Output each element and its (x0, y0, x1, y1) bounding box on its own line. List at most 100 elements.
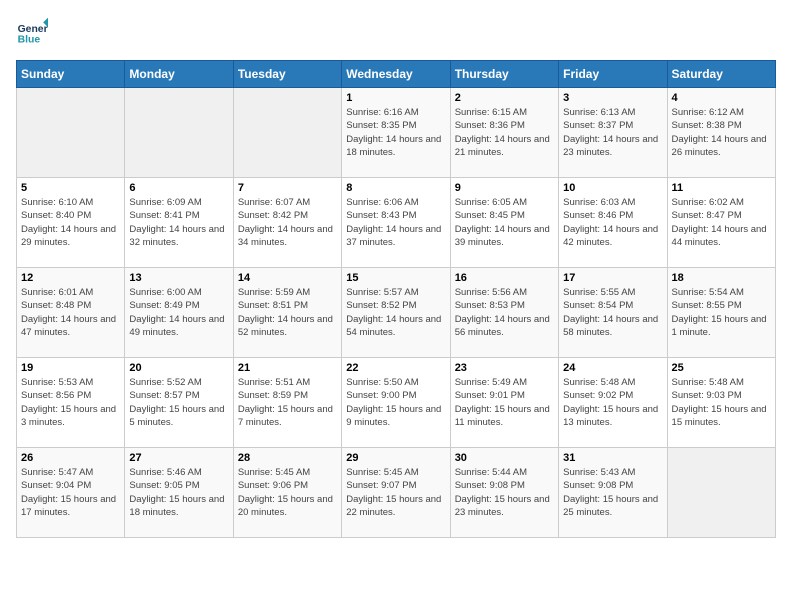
calendar-cell: 2 Sunrise: 6:15 AMSunset: 8:36 PMDaylight… (450, 88, 558, 178)
calendar-cell: 8Sunrise: 6:06 AMSunset: 8:43 PMDaylight… (342, 178, 450, 268)
day-info: Sunrise: 6:10 AMSunset: 8:40 PMDaylight:… (21, 196, 120, 249)
day-number: 19 (21, 362, 120, 374)
calendar-cell (17, 88, 125, 178)
calendar-cell: 30 Sunrise: 5:44 AMSunset: 9:08 PMDayligh… (450, 448, 558, 538)
day-info: Sunrise: 5:55 AMSunset: 8:54 PMDaylight:… (563, 286, 662, 339)
calendar-cell: 5 Sunrise: 6:10 AMSunset: 8:40 PMDaylight… (17, 178, 125, 268)
day-number: 23 (455, 362, 554, 374)
calendar-cell: 24Sunrise: 5:48 AMSunset: 9:02 PMDayligh… (559, 358, 667, 448)
day-info: Sunrise: 5:49 AMSunset: 9:01 PMDaylight:… (455, 376, 554, 429)
calendar-cell: 26Sunrise: 5:47 AMSunset: 9:04 PMDayligh… (17, 448, 125, 538)
calendar-cell: 6 Sunrise: 6:09 AMSunset: 8:41 PMDaylight… (125, 178, 233, 268)
day-number: 1 (346, 92, 445, 104)
day-number: 13 (129, 272, 228, 284)
calendar-cell: 14Sunrise: 5:59 AMSunset: 8:51 PMDayligh… (233, 268, 341, 358)
day-info: Sunrise: 6:01 AMSunset: 8:48 PMDaylight:… (21, 286, 120, 339)
calendar-cell: 17 Sunrise: 5:55 AMSunset: 8:54 PMDayligh… (559, 268, 667, 358)
day-number: 26 (21, 452, 120, 464)
day-number: 18 (672, 272, 771, 284)
day-info: Sunrise: 6:06 AMSunset: 8:43 PMDaylight:… (346, 196, 445, 249)
week-row-2: 5 Sunrise: 6:10 AMSunset: 8:40 PMDaylight… (17, 178, 776, 268)
day-info: Sunrise: 5:51 AMSunset: 8:59 PMDaylight:… (238, 376, 337, 429)
calendar-cell (233, 88, 341, 178)
day-info: Sunrise: 5:50 AMSunset: 9:00 PMDaylight:… (346, 376, 445, 429)
calendar-cell: 3 Sunrise: 6:13 AMSunset: 8:37 PMDaylight… (559, 88, 667, 178)
column-header-friday: Friday (559, 61, 667, 88)
column-header-saturday: Saturday (667, 61, 775, 88)
day-number: 9 (455, 182, 554, 194)
day-number: 2 (455, 92, 554, 104)
week-row-5: 26Sunrise: 5:47 AMSunset: 9:04 PMDayligh… (17, 448, 776, 538)
calendar-cell: 28Sunrise: 5:45 AMSunset: 9:06 PMDayligh… (233, 448, 341, 538)
day-info: Sunrise: 5:45 AMSunset: 9:07 PMDaylight:… (346, 466, 445, 519)
day-info: Sunrise: 5:44 AMSunset: 9:08 PMDaylight:… (455, 466, 554, 519)
calendar-cell: 16 Sunrise: 5:56 AMSunset: 8:53 PMDayligh… (450, 268, 558, 358)
day-number: 17 (563, 272, 662, 284)
calendar-cell: 13 Sunrise: 6:00 AMSunset: 8:49 PMDayligh… (125, 268, 233, 358)
day-info: Sunrise: 6:03 AMSunset: 8:46 PMDaylight:… (563, 196, 662, 249)
week-row-3: 12Sunrise: 6:01 AMSunset: 8:48 PMDayligh… (17, 268, 776, 358)
calendar-cell: 18 Sunrise: 5:54 AMSunset: 8:55 PMDayligh… (667, 268, 775, 358)
day-number: 25 (672, 362, 771, 374)
day-number: 6 (129, 182, 228, 194)
calendar-cell: 23 Sunrise: 5:49 AMSunset: 9:01 PMDayligh… (450, 358, 558, 448)
day-info: Sunrise: 6:02 AMSunset: 8:47 PMDaylight:… (672, 196, 771, 249)
day-info: Sunrise: 5:59 AMSunset: 8:51 PMDaylight:… (238, 286, 337, 339)
week-row-4: 19Sunrise: 5:53 AMSunset: 8:56 PMDayligh… (17, 358, 776, 448)
day-number: 10 (563, 182, 662, 194)
logo-icon: General Blue (16, 16, 48, 48)
day-number: 5 (21, 182, 120, 194)
day-number: 4 (672, 92, 771, 104)
header-row: SundayMondayTuesdayWednesdayThursdayFrid… (17, 61, 776, 88)
calendar-cell: 27 Sunrise: 5:46 AMSunset: 9:05 PMDayligh… (125, 448, 233, 538)
calendar-cell: 19Sunrise: 5:53 AMSunset: 8:56 PMDayligh… (17, 358, 125, 448)
day-info: Sunrise: 5:57 AMSunset: 8:52 PMDaylight:… (346, 286, 445, 339)
day-number: 3 (563, 92, 662, 104)
day-number: 21 (238, 362, 337, 374)
calendar-cell: 12Sunrise: 6:01 AMSunset: 8:48 PMDayligh… (17, 268, 125, 358)
day-info: Sunrise: 5:52 AMSunset: 8:57 PMDaylight:… (129, 376, 228, 429)
svg-text:Blue: Blue (18, 34, 41, 45)
day-info: Sunrise: 6:00 AMSunset: 8:49 PMDaylight:… (129, 286, 228, 339)
day-info: Sunrise: 5:46 AMSunset: 9:05 PMDaylight:… (129, 466, 228, 519)
day-number: 20 (129, 362, 228, 374)
day-number: 31 (563, 452, 662, 464)
column-header-thursday: Thursday (450, 61, 558, 88)
column-header-wednesday: Wednesday (342, 61, 450, 88)
calendar-table: SundayMondayTuesdayWednesdayThursdayFrid… (16, 60, 776, 538)
day-info: Sunrise: 6:13 AMSunset: 8:37 PMDaylight:… (563, 106, 662, 159)
day-number: 15 (346, 272, 445, 284)
day-info: Sunrise: 6:16 AMSunset: 8:35 PMDaylight:… (346, 106, 445, 159)
calendar-cell (125, 88, 233, 178)
day-number: 30 (455, 452, 554, 464)
day-info: Sunrise: 5:48 AMSunset: 9:02 PMDaylight:… (563, 376, 662, 429)
day-info: Sunrise: 6:09 AMSunset: 8:41 PMDaylight:… (129, 196, 228, 249)
calendar-cell (667, 448, 775, 538)
day-info: Sunrise: 5:54 AMSunset: 8:55 PMDaylight:… (672, 286, 771, 339)
calendar-cell: 4 Sunrise: 6:12 AMSunset: 8:38 PMDaylight… (667, 88, 775, 178)
calendar-cell: 1 Sunrise: 6:16 AMSunset: 8:35 PMDaylight… (342, 88, 450, 178)
day-number: 22 (346, 362, 445, 374)
day-info: Sunrise: 6:15 AMSunset: 8:36 PMDaylight:… (455, 106, 554, 159)
day-number: 11 (672, 182, 771, 194)
day-number: 27 (129, 452, 228, 464)
week-row-1: 1 Sunrise: 6:16 AMSunset: 8:35 PMDaylight… (17, 88, 776, 178)
column-header-sunday: Sunday (17, 61, 125, 88)
column-header-monday: Monday (125, 61, 233, 88)
day-number: 29 (346, 452, 445, 464)
calendar-cell: 29 Sunrise: 5:45 AMSunset: 9:07 PMDayligh… (342, 448, 450, 538)
day-info: Sunrise: 5:48 AMSunset: 9:03 PMDaylight:… (672, 376, 771, 429)
calendar-cell: 11 Sunrise: 6:02 AMSunset: 8:47 PMDayligh… (667, 178, 775, 268)
day-number: 16 (455, 272, 554, 284)
day-info: Sunrise: 6:07 AMSunset: 8:42 PMDaylight:… (238, 196, 337, 249)
calendar-cell: 21 Sunrise: 5:51 AMSunset: 8:59 PMDayligh… (233, 358, 341, 448)
calendar-cell: 7 Sunrise: 6:07 AMSunset: 8:42 PMDaylight… (233, 178, 341, 268)
day-info: Sunrise: 5:56 AMSunset: 8:53 PMDaylight:… (455, 286, 554, 339)
calendar-cell: 10 Sunrise: 6:03 AMSunset: 8:46 PMDayligh… (559, 178, 667, 268)
day-number: 7 (238, 182, 337, 194)
day-info: Sunrise: 5:45 AMSunset: 9:06 PMDaylight:… (238, 466, 337, 519)
svg-text:General: General (18, 24, 48, 35)
day-info: Sunrise: 5:43 AMSunset: 9:08 PMDaylight:… (563, 466, 662, 519)
day-info: Sunrise: 6:12 AMSunset: 8:38 PMDaylight:… (672, 106, 771, 159)
day-info: Sunrise: 6:05 AMSunset: 8:45 PMDaylight:… (455, 196, 554, 249)
